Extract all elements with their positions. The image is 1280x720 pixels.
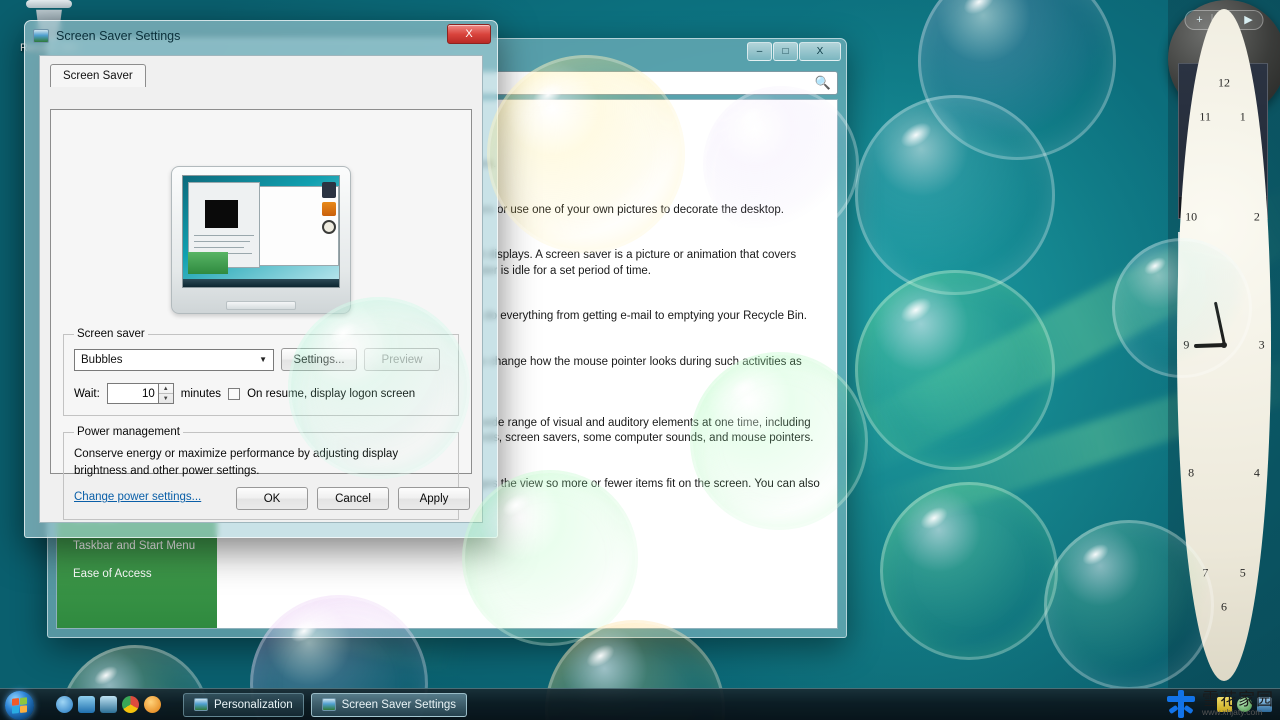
taskbar-button-personalization[interactable]: Personalization	[183, 692, 304, 717]
clock-numeral: 12	[1218, 75, 1230, 90]
show-desktop-icon[interactable]	[78, 696, 95, 713]
clock-numeral: 6	[1221, 599, 1227, 614]
on-resume-label[interactable]: On resume, display logon screen	[247, 388, 415, 400]
dialog-buttons: OK Cancel Apply	[236, 487, 470, 510]
spinner-down-icon[interactable]: ▼	[159, 394, 173, 403]
power-description: Conserve energy or maximize performance …	[74, 448, 399, 477]
dialog-titlebar[interactable]: Screen Saver Settings X	[25, 21, 497, 51]
clock-minute-hand	[1213, 301, 1226, 346]
switch-windows-icon[interactable]	[100, 696, 117, 713]
wait-spinner[interactable]: ▲ ▼	[158, 383, 174, 404]
clock-numeral: 10	[1185, 209, 1198, 224]
maximize-button[interactable]: □	[773, 42, 798, 61]
monitor-screen	[182, 175, 340, 288]
tab-screen-saver[interactable]: Screen Saver	[50, 64, 146, 87]
monitor-preview	[171, 166, 351, 314]
clock-numeral: 5	[1239, 565, 1246, 580]
watermark-name: 雪花家园	[1202, 689, 1274, 709]
windows-sidebar[interactable]: + ◀ ▶ View headlines 12 1 2 3 4 5 6 7 8 …	[1168, 0, 1280, 690]
change-power-settings-link[interactable]: Change power settings...	[74, 491, 201, 503]
mini-gadget-photo	[322, 202, 336, 216]
windows-flag-icon	[12, 696, 27, 714]
display-icon	[33, 29, 49, 43]
mini-nav-pane	[188, 252, 228, 274]
clock-face: 12 1 2 3 4 5 6 7 8 9 10 11	[1177, 9, 1271, 681]
screen-saver-select-row: Bubbles ▼ Settings... Preview	[74, 348, 448, 371]
mini-gadget-feed	[322, 182, 336, 198]
group-screen-saver-legend: Screen saver	[77, 328, 145, 340]
wait-input[interactable]: 10	[106, 383, 159, 404]
ok-button[interactable]: OK	[236, 487, 308, 510]
clock-hour-hand	[1193, 343, 1225, 349]
monitor-stand	[226, 301, 296, 310]
mini-taskbar	[183, 279, 339, 287]
watermark: 雪花家园 www.xhjaty.com	[1167, 690, 1274, 718]
search-icon: 🔍	[814, 75, 831, 90]
watermark-url: www.xhjaty.com	[1202, 707, 1263, 718]
dialog-screen-saver-settings[interactable]: Screen Saver Settings X Screen Saver Scr…	[24, 20, 498, 538]
apply-button[interactable]: Apply	[398, 487, 470, 510]
preview-button[interactable]: Preview	[364, 348, 440, 371]
close-button[interactable]: X	[447, 24, 491, 44]
sidebar-next-icon[interactable]: ▶	[1237, 11, 1261, 29]
watermark-text: 雪花家园 www.xhjaty.com	[1202, 689, 1274, 718]
clock-numeral: 9	[1183, 337, 1190, 352]
media-player-icon[interactable]	[144, 696, 161, 713]
taskbar[interactable]: Personalization Screen Saver Settings	[0, 688, 1280, 720]
spinner-up-icon[interactable]: ▲	[158, 384, 173, 394]
clock-numeral: 7	[1202, 565, 1209, 580]
clock-numeral: 2	[1253, 209, 1260, 224]
personalization-icon	[194, 698, 208, 711]
start-button[interactable]	[2, 690, 40, 720]
internet-explorer-icon[interactable]	[56, 696, 73, 713]
wait-label: Wait:	[74, 387, 100, 400]
dialog-inner: Screen Saver Screen saver Bubbles ▼ Sett…	[39, 55, 483, 523]
dialog-title: Screen Saver Settings	[56, 29, 181, 43]
quick-launch-bar[interactable]	[56, 696, 161, 713]
watermark-logo-icon	[1167, 690, 1195, 718]
mini-gadget-clock	[322, 220, 336, 234]
tab-pane-screen-saver: Screen saver Bubbles ▼ Settings... Previ…	[50, 109, 472, 520]
nav-link-ease-of-access[interactable]: Ease of Access	[73, 568, 201, 580]
chrome-icon[interactable]	[122, 696, 139, 713]
clock-numeral: 1	[1239, 109, 1246, 124]
wait-stepper[interactable]: 10 ▲ ▼	[106, 383, 174, 404]
tabstrip[interactable]: Screen Saver	[50, 64, 482, 87]
clock-center-pin	[1221, 342, 1227, 348]
taskbar-button-label: Screen Saver Settings	[341, 698, 457, 711]
cancel-button[interactable]: Cancel	[317, 487, 389, 510]
on-resume-checkbox[interactable]	[228, 387, 241, 400]
nav-link-taskbar-start-menu[interactable]: Taskbar and Start Menu	[73, 540, 201, 552]
personalization-window-buttons[interactable]: – □ X	[747, 42, 841, 61]
minimize-button[interactable]: –	[747, 42, 772, 61]
screen-saver-dropdown[interactable]: Bubbles ▼	[74, 348, 274, 371]
clock-numeral: 11	[1199, 109, 1211, 124]
wait-row: Wait: 10 ▲ ▼ minutes On resume, display …	[74, 383, 448, 404]
recycle-bin-lid-icon	[26, 0, 72, 8]
clock-numeral: 4	[1253, 465, 1260, 480]
clock-numeral: 3	[1258, 337, 1265, 352]
minutes-label: minutes	[180, 387, 222, 400]
taskbar-button-screen-saver-settings[interactable]: Screen Saver Settings	[310, 692, 468, 717]
group-power-legend: Power management	[77, 426, 180, 438]
screen-saver-selected-value: Bubbles	[81, 353, 123, 366]
close-button[interactable]: X	[799, 42, 841, 61]
taskbar-button-label: Personalization	[214, 698, 293, 711]
group-screen-saver: Screen saver Bubbles ▼ Settings... Previ…	[63, 328, 459, 416]
chevron-down-icon: ▼	[259, 355, 267, 364]
display-icon	[321, 698, 336, 711]
mini-black-preview	[205, 200, 238, 228]
settings-button[interactable]: Settings...	[281, 348, 357, 371]
clock-numeral: 8	[1188, 465, 1195, 480]
taskbar-tasks[interactable]: Personalization Screen Saver Settings	[183, 692, 468, 717]
